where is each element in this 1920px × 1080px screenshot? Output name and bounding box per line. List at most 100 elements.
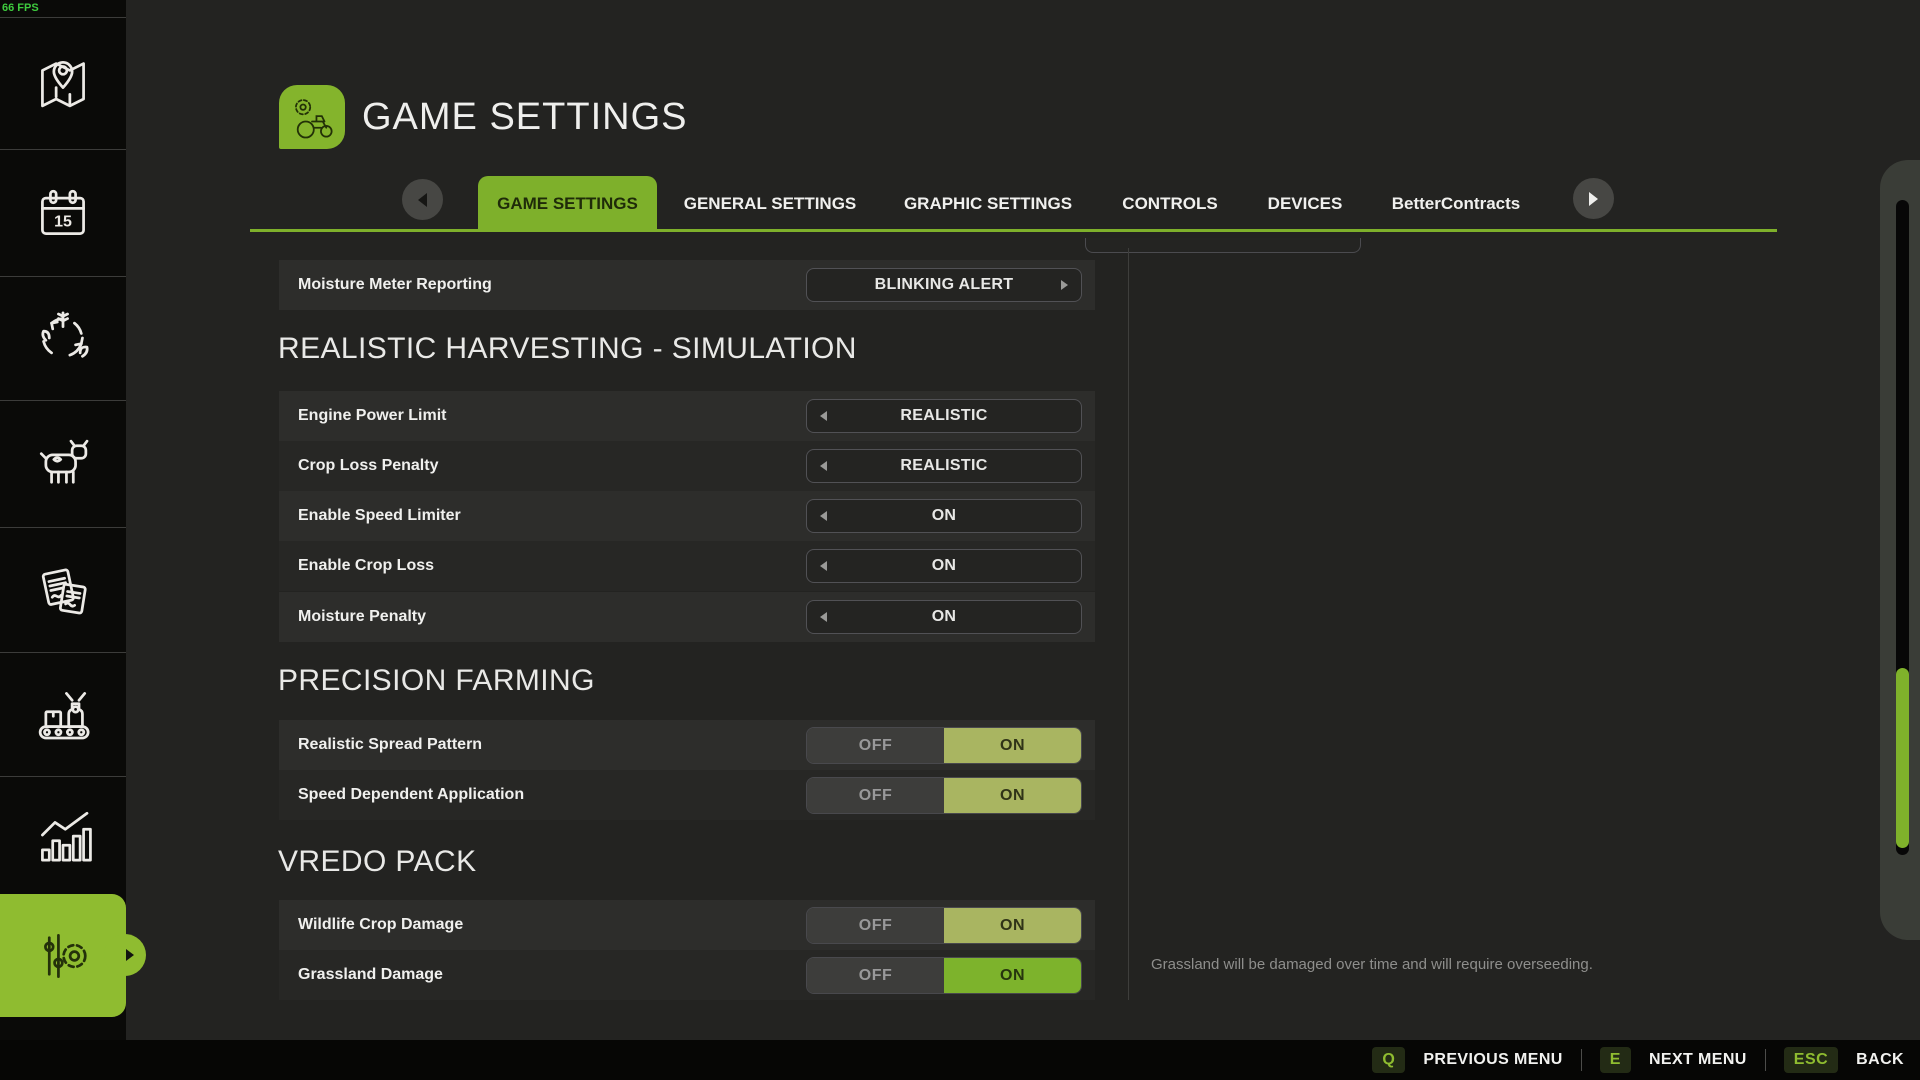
tab-devices[interactable]: DEVICES	[1268, 176, 1343, 231]
content-divider	[1128, 248, 1129, 1000]
section-heading-vredo-pack: VREDO PACK	[278, 845, 477, 879]
tab-underline	[250, 229, 1777, 232]
calendar-icon: 15	[31, 181, 95, 245]
toggle-on-option[interactable]: ON	[944, 728, 1081, 763]
tab-controls[interactable]: CONTROLS	[1122, 176, 1217, 231]
selector-value: REALISTIC	[900, 407, 987, 425]
setting-row-crop-loss-penalty: Crop Loss Penalty REALISTIC	[279, 441, 1095, 491]
sidebar: 15	[0, 0, 126, 1040]
crop-rotation-icon	[31, 306, 95, 370]
sidebar-item-map[interactable]	[0, 17, 126, 149]
tractor-gear-icon	[286, 92, 338, 142]
setting-label: Realistic Spread Pattern	[298, 736, 482, 754]
previous-menu-button[interactable]: PREVIOUS MENU	[1423, 1051, 1562, 1069]
arrow-right-icon[interactable]	[1061, 280, 1068, 290]
arrow-left-icon[interactable]	[820, 411, 827, 421]
sidebar-item-game-settings[interactable]	[0, 894, 126, 1017]
setting-row-moisture-penalty: Moisture Penalty ON	[279, 592, 1095, 642]
speed-dependent-application-toggle[interactable]: OFF ON	[806, 777, 1082, 814]
contracts-icon	[31, 558, 95, 622]
setting-label: Wildlife Crop Damage	[298, 916, 463, 934]
key-e-badge: E	[1600, 1047, 1631, 1073]
toggle-on-option[interactable]: ON	[944, 958, 1081, 993]
moisture-meter-reporting-selector[interactable]: BLINKING ALERT	[806, 268, 1082, 302]
page-title: GAME SETTINGS	[362, 96, 687, 139]
moisture-penalty-selector[interactable]: ON	[806, 600, 1082, 634]
setting-row-realistic-spread-pattern: Realistic Spread Pattern OFF ON	[279, 720, 1095, 770]
toggle-off-option[interactable]: OFF	[807, 958, 944, 993]
setting-row-grassland-damage: Grassland Damage OFF ON	[279, 950, 1095, 1000]
sidebar-item-animals[interactable]	[0, 400, 126, 527]
setting-label: Engine Power Limit	[298, 407, 446, 425]
enable-speed-limiter-selector[interactable]: ON	[806, 499, 1082, 533]
realistic-spread-pattern-toggle[interactable]: OFF ON	[806, 727, 1082, 764]
selector-value: ON	[932, 557, 957, 575]
selector-value: ON	[932, 507, 957, 525]
setting-row-enable-speed-limiter: Enable Speed Limiter ON	[279, 491, 1095, 541]
fps-counter: 66 FPS	[2, 2, 39, 14]
wildlife-crop-damage-toggle[interactable]: OFF ON	[806, 907, 1082, 944]
setting-row-engine-power-limit: Engine Power Limit REALISTIC	[279, 391, 1095, 441]
sidebar-item-production[interactable]	[0, 652, 126, 776]
setting-description: Grassland will be damaged over time and …	[1151, 956, 1751, 973]
key-esc-badge: ESC	[1784, 1047, 1838, 1073]
footer-separator	[1581, 1049, 1582, 1071]
toggle-on-option[interactable]: ON	[944, 778, 1081, 813]
engine-power-limit-selector[interactable]: REALISTIC	[806, 399, 1082, 433]
key-q-badge: Q	[1372, 1047, 1405, 1073]
sidebar-item-contracts[interactable]	[0, 527, 126, 652]
setting-row-wildlife-crop-damage: Wildlife Crop Damage OFF ON	[279, 900, 1095, 950]
chevron-right-icon	[1589, 192, 1598, 206]
toggle-off-option[interactable]: OFF	[807, 728, 944, 763]
tab-game-settings[interactable]: GAME SETTINGS	[478, 176, 657, 231]
production-icon	[31, 682, 95, 746]
svg-text:15: 15	[54, 213, 72, 230]
footer-shortcut-bar: Q PREVIOUS MENU E NEXT MENU ESC BACK	[0, 1040, 1920, 1080]
setting-label: Grassland Damage	[298, 966, 443, 984]
cow-icon	[31, 432, 95, 496]
toggle-off-option[interactable]: OFF	[807, 778, 944, 813]
selector-value: BLINKING ALERT	[875, 276, 1014, 294]
tabs-prev-button[interactable]	[402, 179, 443, 220]
tab-general-settings[interactable]: GENERAL SETTINGS	[684, 176, 857, 231]
setting-label: Moisture Meter Reporting	[298, 276, 492, 294]
settings-sliders-gear-icon	[31, 924, 95, 988]
setting-row-enable-crop-loss: Enable Crop Loss ON	[279, 541, 1095, 591]
setting-label: Crop Loss Penalty	[298, 457, 438, 475]
chevron-left-icon	[418, 193, 427, 207]
footer-separator	[1765, 1049, 1766, 1071]
toggle-on-option[interactable]: ON	[944, 908, 1081, 943]
setting-label: Enable Speed Limiter	[298, 507, 461, 525]
setting-row-moisture-meter-reporting: Moisture Meter Reporting BLINKING ALERT	[279, 260, 1095, 310]
selector-value: ON	[932, 608, 957, 626]
active-tab-bump	[104, 934, 146, 976]
section-heading-realistic-harvesting: REALISTIC HARVESTING - SIMULATION	[278, 332, 857, 366]
setting-label: Enable Crop Loss	[298, 557, 434, 575]
arrow-left-icon[interactable]	[820, 461, 827, 471]
arrow-left-icon[interactable]	[820, 612, 827, 622]
sidebar-item-calendar[interactable]: 15	[0, 149, 126, 276]
setting-label: Speed Dependent Application	[298, 786, 524, 804]
page-icon	[279, 85, 345, 149]
statistics-icon	[31, 803, 95, 867]
setting-row-speed-dependent-application: Speed Dependent Application OFF ON	[279, 770, 1095, 820]
map-icon	[31, 51, 95, 115]
setting-label: Moisture Penalty	[298, 608, 426, 626]
arrow-left-icon[interactable]	[820, 511, 827, 521]
tab-graphic-settings[interactable]: GRAPHIC SETTINGS	[904, 176, 1072, 231]
sidebar-item-crop-rotation[interactable]	[0, 276, 126, 400]
active-tab-arrow-icon	[126, 949, 134, 961]
section-heading-precision-farming: PRECISION FARMING	[278, 664, 595, 698]
enable-crop-loss-selector[interactable]: ON	[806, 549, 1082, 583]
scrollbar-thumb[interactable]	[1896, 668, 1909, 848]
back-button[interactable]: BACK	[1856, 1051, 1904, 1069]
tabs-next-button[interactable]	[1573, 178, 1614, 219]
crop-loss-penalty-selector[interactable]: REALISTIC	[806, 449, 1082, 483]
sidebar-item-statistics[interactable]	[0, 776, 126, 894]
grassland-damage-toggle[interactable]: OFF ON	[806, 957, 1082, 994]
arrow-left-icon[interactable]	[820, 561, 827, 571]
selector-value: REALISTIC	[900, 457, 987, 475]
tab-bettercontracts[interactable]: BetterContracts	[1392, 176, 1520, 231]
toggle-off-option[interactable]: OFF	[807, 908, 944, 943]
next-menu-button[interactable]: NEXT MENU	[1649, 1051, 1747, 1069]
